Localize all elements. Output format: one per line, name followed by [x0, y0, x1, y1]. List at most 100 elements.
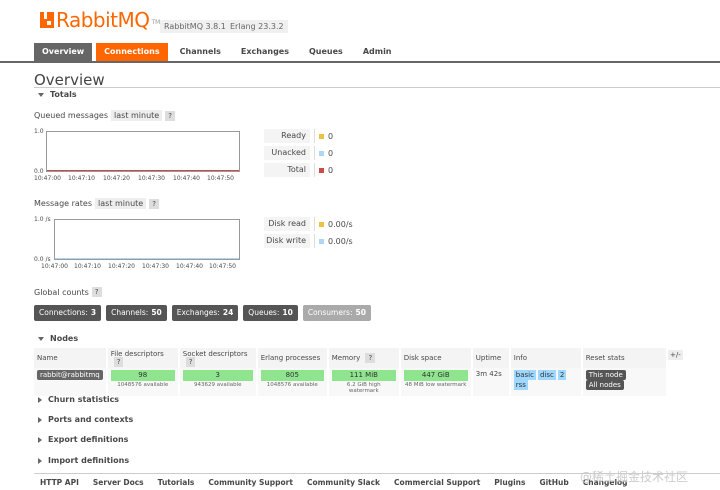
queues-count-button[interactable]: Queues: 10	[243, 305, 298, 321]
queued-x-tick: 10:47:00	[34, 175, 61, 182]
expand-icon	[38, 396, 42, 403]
reset-all-nodes-button[interactable]: All nodes	[585, 380, 624, 390]
disk-write-swatch	[319, 238, 324, 244]
queued-x-tick: 10:47:20	[103, 175, 130, 182]
ports-contexts-toggle[interactable]: Ports and contexts	[38, 415, 133, 424]
queued-y-bottom: 0.0	[34, 168, 44, 175]
col-memory-label: Memory	[331, 354, 361, 362]
sd-bar: 3	[182, 370, 253, 381]
info-tag: rss	[513, 380, 528, 390]
footer-link-community-support[interactable]: Community Support	[208, 478, 293, 487]
memory-watermark: 6.2 GiB high watermark	[346, 382, 381, 394]
footer-link-tutorials[interactable]: Tutorials	[158, 478, 195, 487]
legend-separator	[314, 234, 315, 248]
col-name: Name	[34, 348, 108, 368]
tab-exchanges[interactable]: Exchanges	[233, 43, 297, 61]
footer-link-community-slack[interactable]: Community Slack	[307, 478, 380, 487]
erlang-version: Erlang 23.3.2	[226, 20, 288, 33]
footer-link-github[interactable]: GitHub	[539, 478, 568, 487]
table-row: rabbit@rabbitmq 98 1048576 available 3 9…	[34, 368, 668, 396]
columns-toggle-button[interactable]: +/-	[668, 350, 683, 360]
col-memory: Memory ?	[327, 348, 401, 368]
rabbitmq-logo[interactable]: RabbitMQ TM	[40, 10, 160, 30]
node-name-link[interactable]: rabbit@rabbitmq	[37, 370, 103, 380]
legend-label: Disk read	[264, 217, 310, 231]
rates-x-tick: 10:47:50	[209, 263, 236, 270]
sd-available: 943629 available	[193, 382, 242, 388]
export-definitions-toggle[interactable]: Export definitions	[38, 435, 128, 444]
count-value: 10	[282, 308, 293, 317]
queued-total-line	[47, 170, 239, 171]
col-reset-stats: Reset stats	[581, 348, 668, 368]
rates-help-icon[interactable]: ?	[149, 198, 159, 209]
memory-help-icon[interactable]: ?	[365, 353, 376, 363]
footer-link-server-docs[interactable]: Server Docs	[93, 478, 144, 487]
unacked-swatch	[319, 150, 324, 156]
main-nav-tabs: Overview Connections Channels Exchanges …	[34, 43, 404, 61]
queued-messages-label: Queued messages	[34, 111, 109, 120]
footer-link-commercial-support[interactable]: Commercial Support	[394, 478, 480, 487]
legend-separator	[314, 217, 315, 231]
churn-statistics-toggle[interactable]: Churn statistics	[38, 395, 119, 404]
node-name-cell: rabbit@rabbitmq	[34, 368, 108, 396]
sd-help-icon[interactable]: ?	[185, 357, 196, 367]
legend-label: Ready	[264, 129, 310, 143]
footer-link-http-api[interactable]: HTTP API	[40, 478, 79, 487]
rates-x-tick: 10:47:00	[41, 263, 68, 270]
rates-legend: Disk read 0.00/s Disk write 0.00/s	[264, 216, 353, 250]
totals-toggle[interactable]: Totals	[38, 90, 77, 99]
section-title: Ports and contexts	[48, 415, 134, 424]
exchanges-count-button[interactable]: Exchanges: 24	[171, 305, 239, 321]
legend-value: 0	[328, 131, 334, 141]
ep-available: 1048576 available	[266, 382, 318, 388]
tab-connections[interactable]: Connections	[96, 43, 168, 61]
legend-value: 0	[328, 148, 334, 158]
import-definitions-toggle[interactable]: Import definitions	[38, 456, 129, 465]
message-rates-chart	[54, 219, 240, 260]
uptime-cell: 3m 42s	[471, 368, 511, 396]
expand-icon	[38, 416, 42, 423]
rates-y-top: 1.0 /s	[34, 216, 51, 223]
tab-overview[interactable]: Overview	[34, 43, 93, 61]
legend-value: 0.00/s	[328, 219, 353, 229]
queued-messages-chart	[46, 131, 240, 172]
tab-channels[interactable]: Channels	[172, 43, 229, 61]
watermark: @稀土掘金技术社区	[580, 470, 689, 484]
legend-ready: Ready 0	[264, 128, 333, 144]
nodes-title: Nodes	[50, 334, 79, 343]
consumers-count-button[interactable]: Consumers: 50	[302, 305, 371, 321]
legend-disk-write: Disk write 0.00/s	[264, 233, 353, 249]
queued-y-top: 1.0	[34, 128, 44, 135]
expand-icon	[38, 436, 42, 443]
reset-this-node-button[interactable]: This node	[585, 370, 626, 380]
connections-count-button[interactable]: Connections: 3	[34, 305, 102, 321]
info-cell: basic disc 2 rss	[509, 368, 583, 396]
col-socket-descriptors: Socket descriptors ?	[178, 348, 258, 368]
tab-admin[interactable]: Admin	[355, 43, 400, 61]
global-counts-help-icon[interactable]: ?	[91, 287, 102, 297]
queued-range-selector[interactable]: last minute	[111, 110, 163, 121]
rates-x-tick: 10:47:10	[74, 263, 101, 270]
legend-separator	[314, 129, 315, 143]
disk-read-swatch	[319, 221, 324, 227]
queued-help-icon[interactable]: ?	[165, 110, 175, 121]
sd-cell: 3 943629 available	[178, 368, 258, 396]
fd-help-icon[interactable]: ?	[113, 357, 124, 367]
footer-link-plugins[interactable]: Plugins	[494, 478, 525, 487]
nodes-table: Name File descriptors ? Socket descripto…	[34, 348, 668, 396]
fd-bar: 98	[110, 370, 175, 381]
queued-x-tick: 10:47:40	[173, 175, 200, 182]
nodes-toggle[interactable]: Nodes	[38, 334, 78, 343]
message-rates-label: Message rates	[34, 199, 93, 208]
section-title: Churn statistics	[48, 395, 120, 404]
logo-text: RabbitMQ	[56, 8, 150, 32]
rates-range-selector[interactable]: last minute	[95, 198, 147, 209]
disk-bar: 447 GiB	[403, 370, 468, 381]
ready-swatch	[319, 133, 324, 139]
col-file-descriptors: File descriptors ?	[106, 348, 180, 368]
rates-x-tick: 10:47:20	[108, 263, 135, 270]
section-title: Import definitions	[48, 456, 130, 465]
tab-queues[interactable]: Queues	[301, 43, 351, 61]
global-counts: Connections: 3 Channels: 50 Exchanges: 24 Q…	[34, 305, 376, 321]
channels-count-button[interactable]: Channels: 50	[106, 305, 167, 321]
